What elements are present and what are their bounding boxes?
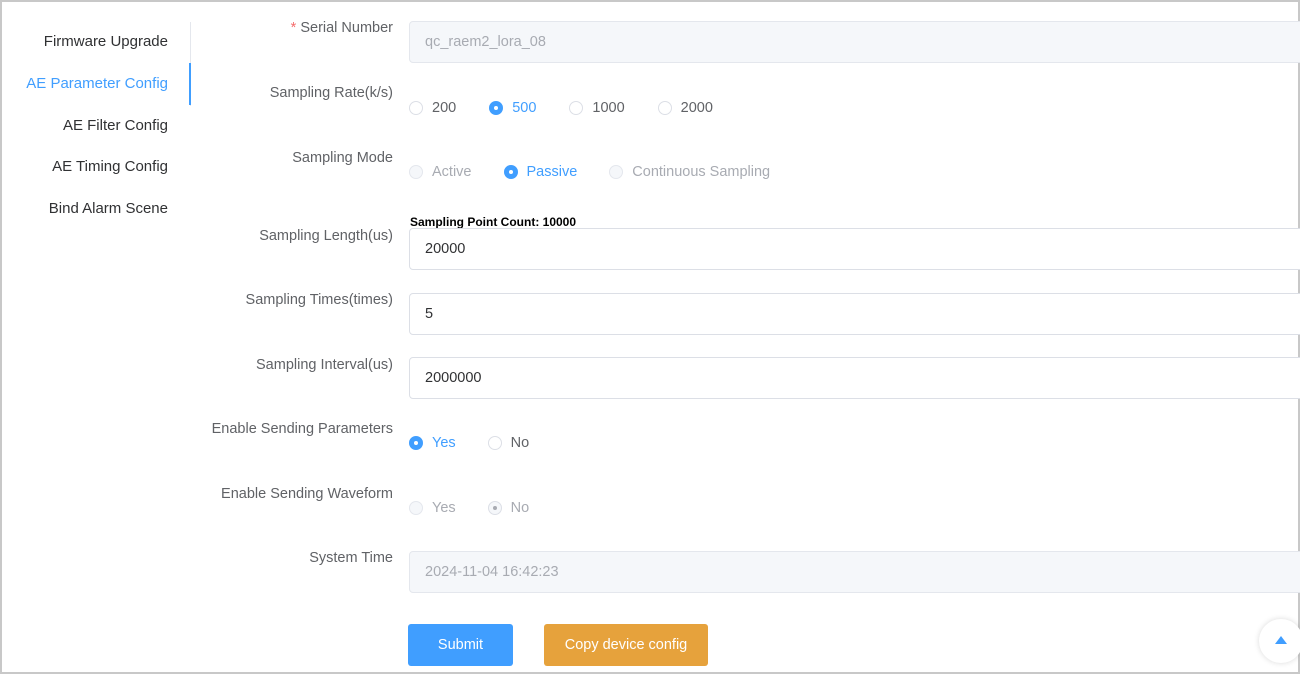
enable-sending-waveform-radio-yes[interactable]: Yes <box>409 500 456 516</box>
sampling-mode-radio-group: Active Passive Continuous Sampling <box>409 163 802 181</box>
radio-label: Continuous Sampling <box>632 164 771 180</box>
radio-circle-icon <box>409 165 423 179</box>
radio-label: No <box>510 435 530 451</box>
radio-label: Yes <box>432 500 456 516</box>
sampling-rate-radio-1000[interactable]: 1000 <box>569 100 625 116</box>
sampling-rate-radio-200[interactable]: 200 <box>409 100 456 116</box>
radio-circle-icon <box>569 101 584 115</box>
enable-sending-parameters-radio-group: Yes No <box>409 434 561 452</box>
radio-circle-icon <box>609 165 624 179</box>
radio-label: Yes <box>432 435 456 451</box>
enable-sending-waveform-radio-no[interactable]: No <box>487 500 530 516</box>
radio-checked-icon <box>503 165 518 179</box>
enable-sending-parameters-radio-no[interactable]: No <box>487 435 530 451</box>
sampling-interval-input[interactable]: 2000000 <box>409 357 1300 399</box>
sampling-rate-radio-group: 200 500 1000 2000 <box>409 99 745 117</box>
sampling-interval-label: Sampling Interval(us) <box>256 357 393 373</box>
sampling-times-label: Sampling Times(times) <box>245 292 393 308</box>
sampling-mode-radio-passive[interactable]: Passive <box>503 164 578 180</box>
enable-sending-parameters-radio-yes[interactable]: Yes <box>409 435 456 451</box>
sidebar-item-bind-alarm-scene[interactable]: Bind Alarm Scene <box>49 199 168 219</box>
caret-up-icon <box>1275 636 1287 644</box>
required-mark: * <box>290 20 297 36</box>
radio-label: Passive <box>526 164 578 180</box>
sampling-length-label: Sampling Length(us) <box>259 228 393 244</box>
sidebar-item-ae-timing-config[interactable]: AE Timing Config <box>52 157 168 177</box>
enable-sending-waveform-label: Enable Sending Waveform <box>221 486 393 502</box>
sidebar-item-ae-parameter-config[interactable]: AE Parameter Config <box>26 74 168 94</box>
back-to-top-button[interactable] <box>1259 619 1300 663</box>
radio-checked-icon <box>487 501 502 515</box>
radio-label: No <box>510 500 530 516</box>
sampling-point-count-hint: Sampling Point Count: 10000 <box>410 215 577 229</box>
system-time-input[interactable]: 2024-11-04 16:42:23 <box>409 551 1300 593</box>
radio-circle-icon <box>409 501 423 515</box>
serial-number-label: * Serial Number <box>291 19 393 37</box>
radio-label: 200 <box>432 100 457 116</box>
radio-label: Active <box>432 164 472 180</box>
enable-sending-waveform-radio-group: Yes No <box>409 499 561 517</box>
radio-label: 500 <box>512 100 537 116</box>
system-time-label: System Time <box>309 550 393 566</box>
submit-button[interactable]: Submit <box>408 624 513 666</box>
radio-checked-icon <box>489 101 504 115</box>
radio-checked-icon <box>409 436 423 450</box>
radio-circle-icon <box>409 101 423 115</box>
sampling-mode-radio-continuous[interactable]: Continuous Sampling <box>609 164 770 180</box>
sidebar-active-indicator <box>189 63 191 105</box>
serial-number-label-text: Serial Number <box>300 20 393 36</box>
sidebar-item-firmware-upgrade[interactable]: Firmware Upgrade <box>44 32 168 52</box>
app-frame: Firmware Upgrade AE Parameter Config AE … <box>0 0 1300 674</box>
radio-label: 2000 <box>680 100 713 116</box>
sampling-mode-label: Sampling Mode <box>292 150 393 166</box>
sidebar-item-ae-filter-config[interactable]: AE Filter Config <box>63 116 168 136</box>
sampling-mode-radio-active[interactable]: Active <box>409 164 472 180</box>
radio-label: 1000 <box>592 100 625 116</box>
sampling-length-input[interactable]: 20000 <box>409 228 1300 270</box>
sampling-rate-label: Sampling Rate(k/s) <box>269 85 393 101</box>
enable-sending-parameters-label: Enable Sending Parameters <box>211 421 393 437</box>
radio-circle-icon <box>657 101 672 115</box>
copy-device-config-button[interactable]: Copy device config <box>544 624 708 666</box>
sampling-times-input[interactable]: 5 <box>409 293 1300 335</box>
sampling-rate-radio-2000[interactable]: 2000 <box>657 100 713 116</box>
sampling-rate-radio-500[interactable]: 500 <box>489 100 536 116</box>
serial-number-input[interactable]: qc_raem2_lora_08 <box>409 21 1300 63</box>
radio-circle-icon <box>487 436 502 450</box>
